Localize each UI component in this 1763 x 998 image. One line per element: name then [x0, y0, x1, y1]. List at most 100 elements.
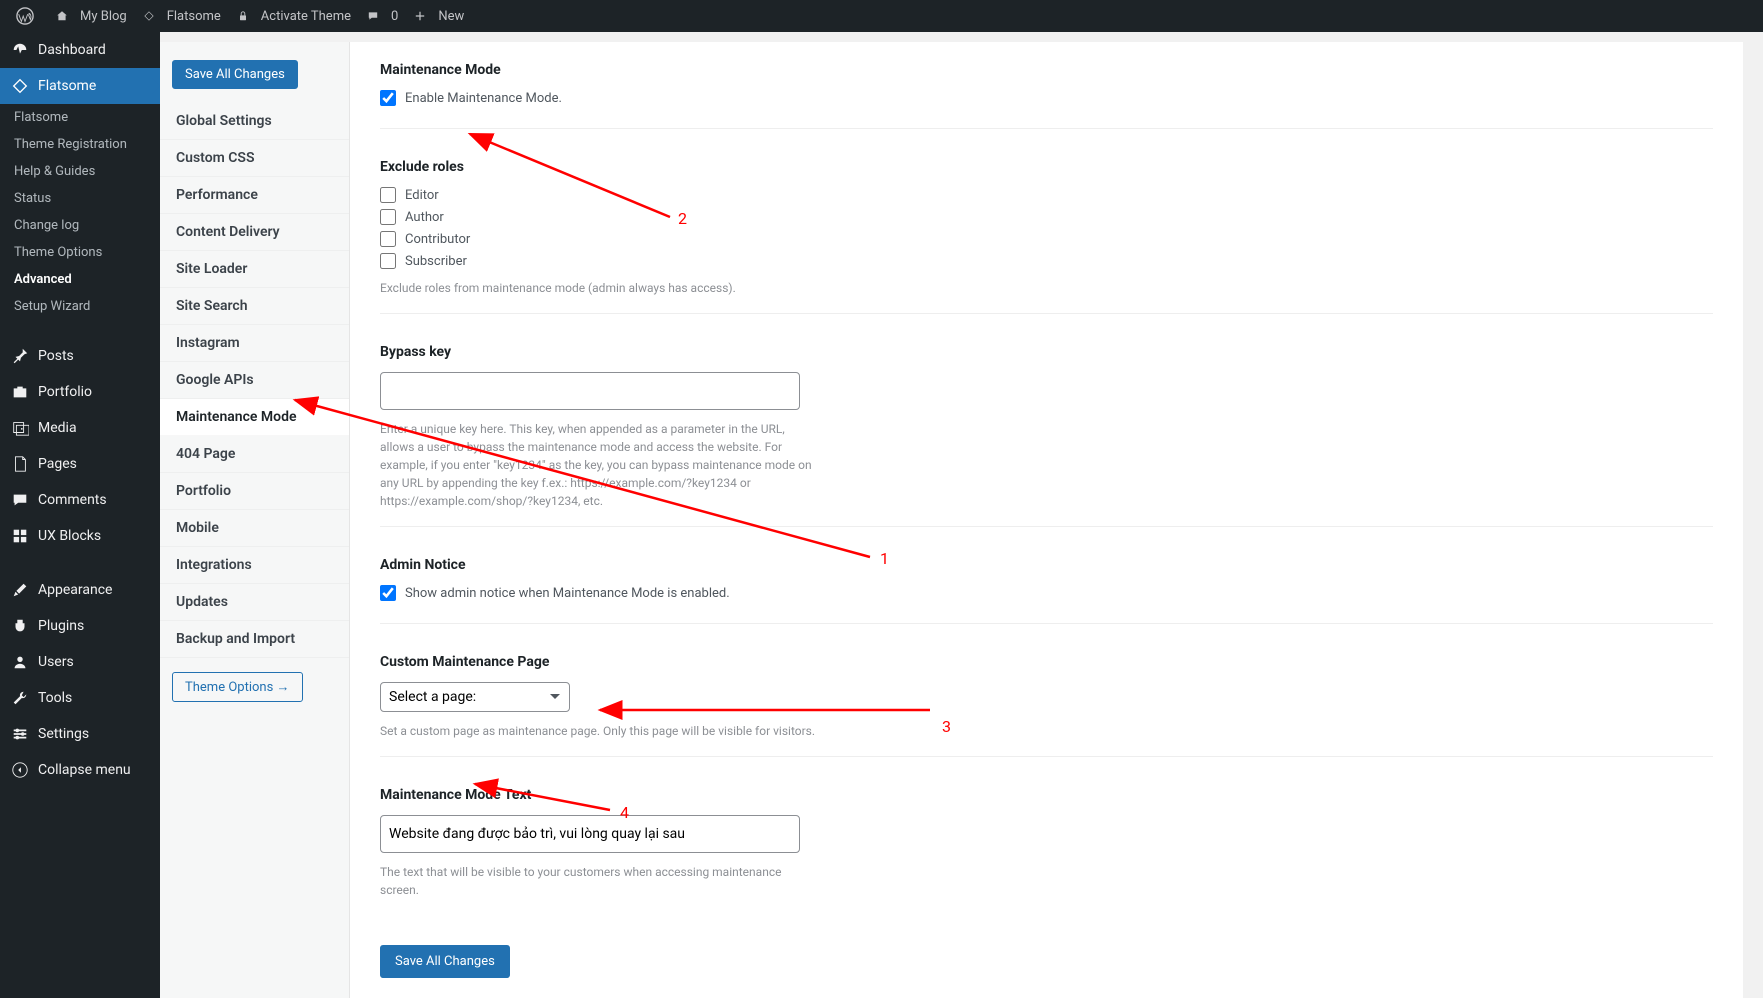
activate-theme-link[interactable]: Activate Theme — [229, 0, 359, 32]
sidebar-item-label: Media — [38, 420, 77, 436]
role-contributor-checkbox[interactable] — [380, 231, 396, 247]
role-label: Subscriber — [405, 254, 467, 269]
sidebar-item-label: Collapse menu — [38, 762, 131, 778]
subnav-performance[interactable]: Performance — [160, 177, 349, 214]
sidebar-item-pages[interactable]: Pages — [0, 446, 160, 482]
subnav-custom-css[interactable]: Custom CSS — [160, 140, 349, 177]
mode-text-input[interactable] — [380, 815, 800, 853]
sidebar-sub-status[interactable]: Status — [0, 185, 160, 212]
subnav-google-apis[interactable]: Google APIs — [160, 362, 349, 399]
custom-page-help: Set a custom page as maintenance page. O… — [380, 722, 820, 740]
sidebar-item-portfolio[interactable]: Portfolio — [0, 374, 160, 410]
section-mode-text: Maintenance Mode Text The text that will… — [380, 787, 1713, 915]
sidebar-item-label: UX Blocks — [38, 528, 101, 544]
site-name-label: My Blog — [80, 9, 127, 24]
wrench-icon — [10, 688, 30, 708]
sidebar-sub-advanced[interactable]: Advanced — [0, 266, 160, 293]
flatsome-label: Flatsome — [167, 9, 221, 24]
lock-icon — [237, 7, 255, 25]
wp-logo[interactable] — [8, 0, 48, 32]
custom-page-select[interactable]: Select a page: — [380, 682, 570, 712]
sidebar-sub-changelog[interactable]: Change log — [0, 212, 160, 239]
bypass-key-input[interactable] — [380, 372, 800, 410]
brush-icon — [10, 580, 30, 600]
sidebar-item-label: Plugins — [38, 618, 84, 634]
enable-maintenance-checkbox[interactable] — [380, 90, 396, 106]
comments-link[interactable]: 0 — [359, 0, 406, 32]
pin-icon — [10, 346, 30, 366]
sidebar-item-tools[interactable]: Tools — [0, 680, 160, 716]
sidebar-item-uxblocks[interactable]: UX Blocks — [0, 518, 160, 554]
sidebar-item-label: Users — [38, 654, 74, 670]
save-button-top[interactable]: Save All Changes — [172, 60, 298, 89]
sidebar-item-comments[interactable]: Comments — [0, 482, 160, 518]
sidebar-item-label: Pages — [38, 456, 77, 472]
save-button[interactable]: Save All Changes — [380, 945, 510, 978]
sidebar-item-dashboard[interactable]: Dashboard — [0, 32, 160, 68]
sidebar-item-label: Appearance — [38, 582, 112, 598]
section-title: Maintenance Mode — [380, 62, 1713, 78]
collapse-icon — [10, 760, 30, 780]
sidebar-item-label: Tools — [38, 690, 72, 706]
section-bypass-key: Bypass key Enter a unique key here. This… — [380, 344, 1713, 527]
sliders-icon — [10, 724, 30, 744]
sidebar-sub-themeoptions[interactable]: Theme Options — [0, 239, 160, 266]
subnav-site-search[interactable]: Site Search — [160, 288, 349, 325]
role-editor-checkbox[interactable] — [380, 187, 396, 203]
sidebar-item-plugins[interactable]: Plugins — [0, 608, 160, 644]
sidebar-item-posts[interactable]: Posts — [0, 338, 160, 374]
sidebar-sub-flatsome[interactable]: Flatsome — [0, 104, 160, 131]
subnav-integrations[interactable]: Integrations — [160, 547, 349, 584]
role-subscriber-checkbox[interactable] — [380, 253, 396, 269]
subnav-mobile[interactable]: Mobile — [160, 510, 349, 547]
subnav-site-loader[interactable]: Site Loader — [160, 251, 349, 288]
section-maintenance-mode: Maintenance Mode Enable Maintenance Mode… — [380, 62, 1713, 129]
new-link[interactable]: New — [406, 0, 472, 32]
user-icon — [10, 652, 30, 672]
site-name-link[interactable]: My Blog — [48, 0, 135, 32]
sidebar-item-media[interactable]: Media — [0, 410, 160, 446]
sidebar-item-label: Settings — [38, 726, 89, 742]
mode-text-help: The text that will be visible to your cu… — [380, 863, 820, 899]
sidebar-item-label: Comments — [38, 492, 107, 508]
sidebar-item-appearance[interactable]: Appearance — [0, 572, 160, 608]
sidebar-sub-help[interactable]: Help & Guides — [0, 158, 160, 185]
activate-label: Activate Theme — [261, 9, 351, 24]
section-title: Admin Notice — [380, 557, 1713, 573]
sidebar-item-label: Posts — [38, 348, 74, 364]
sidebar-item-settings[interactable]: Settings — [0, 716, 160, 752]
subnav-404-page[interactable]: 404 Page — [160, 436, 349, 473]
plug-icon — [10, 616, 30, 636]
exclude-roles-help: Exclude roles from maintenance mode (adm… — [380, 279, 820, 297]
role-label: Editor — [405, 188, 439, 203]
sidebar-item-users[interactable]: Users — [0, 644, 160, 680]
sidebar-item-flatsome[interactable]: Flatsome — [0, 68, 160, 104]
home-icon — [56, 7, 74, 25]
admin-bar: My Blog Flatsome Activate Theme 0 New — [0, 0, 1763, 32]
role-author-checkbox[interactable] — [380, 209, 396, 225]
subnav-backup-import[interactable]: Backup and Import — [160, 621, 349, 658]
sidebar-sub-theme-registration[interactable]: Theme Registration — [0, 131, 160, 158]
sidebar-sub-setupwizard[interactable]: Setup Wizard — [0, 293, 160, 320]
subnav-updates[interactable]: Updates — [160, 584, 349, 621]
section-custom-page: Custom Maintenance Page Select a page: S… — [380, 654, 1713, 757]
sidebar-item-collapse[interactable]: Collapse menu — [0, 752, 160, 788]
comment-icon — [367, 7, 385, 25]
comments-count: 0 — [391, 9, 398, 24]
subnav-content-delivery[interactable]: Content Delivery — [160, 214, 349, 251]
enable-maintenance-label: Enable Maintenance Mode. — [405, 91, 562, 106]
subnav-maintenance-mode[interactable]: Maintenance Mode — [160, 399, 349, 436]
admin-notice-checkbox[interactable] — [380, 585, 396, 601]
subnav-global-settings[interactable]: Global Settings — [160, 103, 349, 140]
section-title: Bypass key — [380, 344, 1713, 360]
subnav-instagram[interactable]: Instagram — [160, 325, 349, 362]
subnav-portfolio[interactable]: Portfolio — [160, 473, 349, 510]
subnav: Save All Changes Global Settings Custom … — [160, 42, 350, 998]
new-label: New — [438, 9, 464, 24]
section-exclude-roles: Exclude roles Editor Author Contributor … — [380, 159, 1713, 314]
plus-icon — [414, 7, 432, 25]
diamond-icon — [143, 7, 161, 25]
theme-options-button[interactable]: Theme Options → — [172, 672, 303, 702]
flatsome-link[interactable]: Flatsome — [135, 0, 229, 32]
diamond-icon — [10, 76, 30, 96]
